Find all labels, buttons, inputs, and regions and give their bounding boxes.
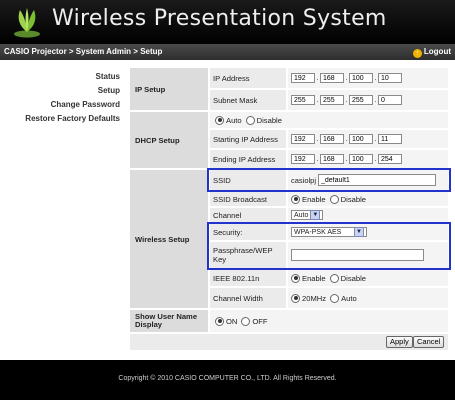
username-off-radio[interactable]: [241, 316, 251, 326]
ip-address-field: . . .: [288, 68, 448, 88]
width-20mhz-label: 20MHz: [302, 293, 327, 303]
dhcp-auto-label: Auto: [226, 115, 242, 125]
copyright-text: Copyright © 2010 CASIO COMPUTER CO., LTD…: [118, 375, 337, 382]
username-on-label: ON: [226, 316, 238, 326]
channel-value: Auto: [294, 211, 309, 219]
chevron-down-icon: ▼: [310, 210, 321, 220]
sidebar-item-status[interactable]: Status: [96, 72, 120, 81]
sidebar-item-change-password[interactable]: Change Password: [51, 100, 120, 109]
channel-width-label: Channel Width: [210, 288, 286, 308]
channel-label: Channel: [210, 208, 286, 222]
wifi-logo-icon: [14, 8, 40, 38]
dhcp-start-octet-1[interactable]: [291, 134, 315, 144]
subnet-mask-octet-4[interactable]: [378, 95, 402, 105]
dhcp-end-octet-1[interactable]: [291, 154, 315, 164]
username-row: ON OFF: [210, 310, 448, 332]
ip-address-octet-3[interactable]: [349, 73, 373, 83]
dhcp-end-field: . . .: [288, 150, 448, 168]
subnet-mask-octet-3[interactable]: [349, 95, 373, 105]
dhcp-start-field: . . .: [288, 130, 448, 148]
apply-button[interactable]: Apply: [386, 336, 413, 348]
ieee-label: IEEE 802.11n: [210, 270, 286, 286]
channel-width-field: 20MHz Auto: [288, 288, 448, 308]
logout-link[interactable]: ↑ Logout: [412, 47, 451, 58]
section-dhcp-setup: DHCP Setup: [130, 112, 208, 168]
ip-address-label: IP Address: [210, 68, 286, 88]
ssid-broadcast-field: Enable Disable: [288, 192, 448, 206]
breadcrumb: CASIO Projector > System Admin > Setup: [4, 47, 163, 56]
username-on-radio[interactable]: [215, 316, 224, 326]
section-ip-setup: IP Setup: [130, 68, 208, 110]
subnet-mask-field: . . .: [288, 90, 448, 110]
dhcp-end-label: Ending IP Address: [210, 150, 286, 168]
subnet-mask-octet-1[interactable]: [291, 95, 315, 105]
section-show-username: Show User Name Display: [130, 310, 208, 332]
dhcp-disable-radio[interactable]: [245, 115, 255, 125]
app-title: Wireless Presentation System: [52, 6, 387, 31]
sidebar-item-setup[interactable]: Setup: [98, 86, 120, 95]
broadcast-disable-label: Disable: [340, 194, 366, 204]
dhcp-end-octet-4[interactable]: [378, 154, 402, 164]
ip-address-octet-2[interactable]: [320, 73, 344, 83]
username-off-label: OFF: [252, 316, 268, 326]
footer: Copyright © 2010 CASIO COMPUTER CO., LTD…: [0, 360, 455, 400]
channel-field: Auto ▼: [288, 208, 448, 222]
ip-address-octet-4[interactable]: [378, 73, 402, 83]
ieee-field: Enable Disable: [288, 270, 448, 286]
sidebar-item-restore-defaults[interactable]: Restore Factory Defaults: [25, 114, 120, 123]
logout-label: Logout: [423, 47, 451, 56]
dhcp-start-octet-3[interactable]: [349, 134, 373, 144]
logout-icon: ↑: [412, 49, 422, 58]
dhcp-end-octet-2[interactable]: [320, 154, 344, 164]
breadcrumb-bar: CASIO Projector > System Admin > Setup ↑…: [0, 44, 455, 60]
dhcp-auto-radio[interactable]: [215, 115, 224, 125]
broadcast-enable-label: Enable: [302, 194, 326, 204]
width-auto-label: Auto: [341, 293, 357, 303]
ieee-enable-label: Enable: [302, 273, 326, 283]
ip-address-octet-1[interactable]: [291, 73, 315, 83]
channel-select[interactable]: Auto ▼: [291, 210, 324, 220]
subnet-mask-label: Subnet Mask: [210, 90, 286, 110]
dhcp-start-label: Starting IP Address: [210, 130, 286, 148]
dhcp-disable-label: Disable: [256, 115, 282, 125]
dhcp-mode-row: Auto Disable: [210, 112, 448, 128]
broadcast-enable-radio[interactable]: [291, 194, 300, 204]
button-row: Apply Cancel: [130, 334, 448, 350]
section-wireless-setup: Wireless Setup: [130, 170, 208, 308]
dhcp-start-octet-2[interactable]: [320, 134, 344, 144]
subnet-mask-octet-2[interactable]: [320, 95, 344, 105]
app-header: Wireless Presentation System: [0, 0, 455, 44]
dhcp-end-octet-3[interactable]: [349, 154, 373, 164]
security-highlight: [207, 222, 451, 270]
broadcast-disable-radio[interactable]: [329, 194, 339, 204]
ssid-broadcast-label: SSID Broadcast: [210, 192, 286, 206]
width-20mhz-radio[interactable]: [291, 293, 300, 303]
cancel-button[interactable]: Cancel: [413, 336, 445, 348]
ieee-disable-radio[interactable]: [329, 273, 339, 283]
ieee-disable-label: Disable: [340, 273, 366, 283]
ieee-enable-radio[interactable]: [291, 273, 300, 283]
ssid-highlight: [207, 168, 451, 192]
dhcp-start-octet-4[interactable]: [378, 134, 402, 144]
width-auto-radio[interactable]: [330, 293, 340, 303]
